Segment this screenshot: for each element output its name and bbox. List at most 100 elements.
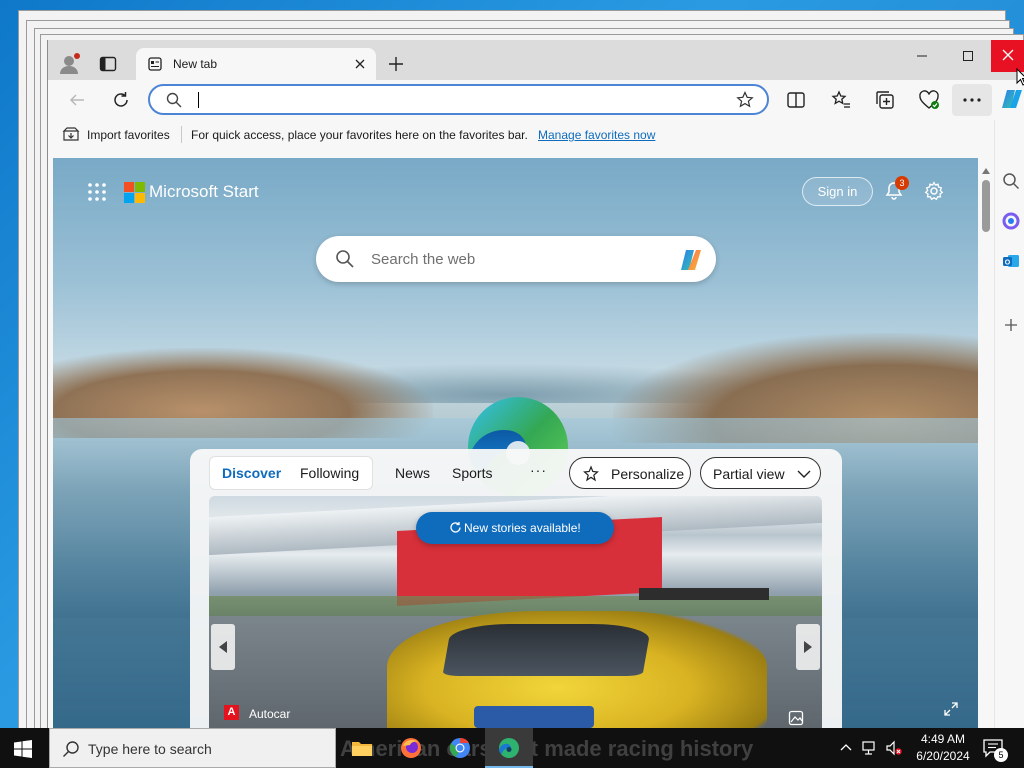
add-favorite-star-icon[interactable] <box>736 91 754 109</box>
sidebar-search-icon[interactable] <box>1002 172 1020 190</box>
sidebar-m365-icon[interactable] <box>1002 212 1020 230</box>
new-stories-button[interactable]: New stories available! <box>416 512 614 544</box>
more-dots-icon <box>963 98 981 102</box>
race-car-wing <box>639 588 769 600</box>
chevron-down-icon <box>797 470 811 478</box>
web-search-placeholder: Search the web <box>371 251 476 268</box>
refresh-icon[interactable] <box>110 89 132 111</box>
carousel-next-button[interactable] <box>796 624 820 670</box>
personalize-sparkle-icon <box>583 465 599 482</box>
import-favorites-icon[interactable] <box>62 126 80 142</box>
address-caret <box>198 92 199 108</box>
clock-date: 6/20/2024 <box>916 749 970 763</box>
tray-chevron-up-icon[interactable] <box>838 740 854 756</box>
edge-sidebar: O <box>994 120 1024 728</box>
profile-button[interactable] <box>58 52 82 76</box>
tab-new-tab[interactable]: New tab <box>136 48 376 80</box>
tab-actions-icon <box>99 56 117 72</box>
new-tab-button[interactable] <box>388 56 404 72</box>
collections-icon[interactable] <box>874 89 896 111</box>
taskbar-firefox[interactable] <box>387 728 435 768</box>
source-name[interactable]: Autocar <box>249 707 290 721</box>
web-search-box[interactable]: Search the web <box>316 236 716 282</box>
taskbar-search-box[interactable]: Type here to search <box>49 728 336 768</box>
background-image-icon[interactable] <box>788 710 804 726</box>
volume-muted-icon[interactable] <box>886 740 902 756</box>
address-bar[interactable] <box>148 84 769 115</box>
view-mode-dropdown[interactable]: Partial view <box>700 457 821 489</box>
brand-title[interactable]: Microsoft Start <box>149 182 259 202</box>
mouse-cursor-icon <box>1016 68 1024 86</box>
minimize-button[interactable] <box>910 44 934 68</box>
copilot-sidebar-icon[interactable] <box>1000 87 1024 111</box>
page-settings-gear-icon[interactable] <box>924 181 944 201</box>
new-stories-label: New stories available! <box>464 521 581 535</box>
app-launcher-icon[interactable] <box>87 182 107 202</box>
race-car-windshield <box>442 624 652 676</box>
search-icon <box>166 92 182 108</box>
browser-essentials-icon[interactable] <box>918 89 940 111</box>
tab-following[interactable]: Following <box>300 465 359 481</box>
chevron-left-icon <box>219 641 227 653</box>
scrollbar-thumb[interactable] <box>982 180 990 232</box>
system-clock[interactable]: 4:49 AM 6/20/2024 <box>908 731 978 765</box>
featured-story-card[interactable]: New stories available! A Autocar <box>209 496 822 728</box>
tab-news[interactable]: News <box>395 465 430 481</box>
edge-taskbar-icon <box>499 738 519 758</box>
new-tab-page: Microsoft Start Sign in 3 Search the web <box>53 158 978 728</box>
windows-start-icon[interactable] <box>14 740 32 758</box>
page-scrollbar[interactable] <box>978 158 994 728</box>
expand-icon[interactable] <box>943 701 959 717</box>
taskbar-search-icon <box>63 741 79 757</box>
import-favorites-button[interactable]: Import favorites <box>87 128 170 142</box>
firefox-icon <box>401 738 421 758</box>
title-bar: New tab <box>48 40 1024 80</box>
favorites-divider <box>181 126 182 143</box>
sign-in-button[interactable]: Sign in <box>802 177 873 206</box>
tab-actions-button[interactable] <box>98 54 118 74</box>
sidebar-outlook-icon[interactable]: O <box>1002 252 1020 270</box>
tab-title: New tab <box>173 57 218 71</box>
maximize-button[interactable] <box>956 44 980 68</box>
back-icon[interactable] <box>66 89 88 111</box>
refresh-stories-icon <box>450 522 461 533</box>
carousel-previous-button[interactable] <box>211 624 235 670</box>
chevron-right-icon <box>804 641 812 653</box>
microsoft-logo-icon <box>124 182 145 203</box>
favorites-hint: For quick access, place your favorites h… <box>191 128 528 142</box>
copilot-icon[interactable] <box>677 246 705 274</box>
taskbar: Type here to search American cars that m… <box>0 728 1024 768</box>
network-icon[interactable] <box>862 740 878 756</box>
more-tabs-button[interactable]: ··· <box>530 462 547 478</box>
action-center-badge: 5 <box>994 748 1008 762</box>
tab-sports[interactable]: Sports <box>452 465 492 481</box>
personalize-label: Personalize <box>611 466 685 482</box>
taskbar-file-explorer[interactable] <box>338 728 386 768</box>
navigation-toolbar <box>48 80 1024 120</box>
clock-time: 4:49 AM <box>920 732 966 746</box>
file-explorer-icon <box>352 742 372 756</box>
source-logo: A <box>224 705 239 720</box>
taskbar-chrome[interactable] <box>436 728 484 768</box>
profile-icon <box>60 53 80 74</box>
scroll-up-arrow-icon[interactable] <box>982 168 990 174</box>
sidebar-add-icon[interactable] <box>1002 316 1020 334</box>
edge-browser-window: New tab Import favorites For quick acces… <box>47 40 1024 728</box>
view-mode-label: Partial view <box>713 466 785 482</box>
tab-discover[interactable]: Discover <box>222 465 281 481</box>
favorites-bar: Import favorites For quick access, place… <box>48 120 1024 149</box>
news-feed-panel: Discover Following News Sports ··· Perso… <box>190 449 842 728</box>
race-car-sponsor-decal <box>474 706 594 728</box>
settings-and-more-button[interactable] <box>952 84 992 116</box>
taskbar-edge[interactable] <box>485 728 533 768</box>
chrome-icon <box>449 737 470 758</box>
newtab-page-icon <box>148 57 162 71</box>
personalize-button[interactable]: Personalize <box>569 457 691 489</box>
taskbar-search-placeholder: Type here to search <box>88 741 212 757</box>
svg-text:O: O <box>1005 260 1011 267</box>
notification-badge: 3 <box>895 176 909 190</box>
manage-favorites-link[interactable]: Manage favorites now <box>538 128 655 142</box>
favorites-icon[interactable] <box>830 89 852 111</box>
tab-close-icon[interactable] <box>354 58 366 70</box>
split-screen-icon[interactable] <box>785 89 807 111</box>
